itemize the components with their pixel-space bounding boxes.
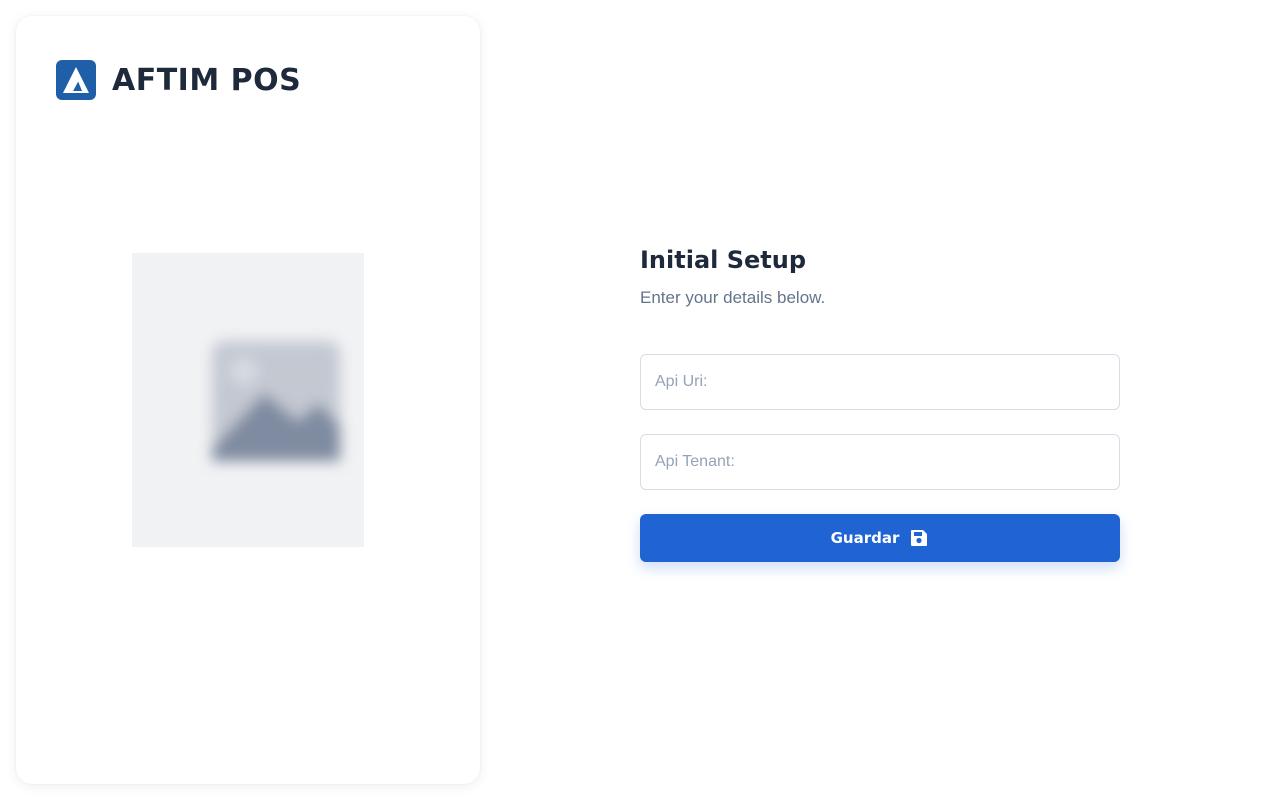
setup-title: Initial Setup bbox=[640, 246, 807, 274]
image-placeholder-icon bbox=[132, 253, 364, 547]
setup-form: Initial Setup Enter your details below. … bbox=[640, 240, 1120, 562]
sidebar-panel: AFTIM POS bbox=[16, 16, 480, 784]
aftim-logo-icon bbox=[56, 60, 96, 100]
save-button[interactable]: Guardar bbox=[640, 514, 1120, 562]
brand-name: AFTIM POS bbox=[112, 62, 302, 98]
save-button-label: Guardar bbox=[830, 529, 900, 547]
setup-subtitle: Enter your details below. bbox=[640, 288, 826, 307]
floppy-disk-icon bbox=[909, 528, 929, 548]
brand: AFTIM POS bbox=[56, 60, 301, 100]
api-tenant-input[interactable] bbox=[640, 434, 1120, 490]
api-uri-input[interactable] bbox=[640, 354, 1120, 410]
